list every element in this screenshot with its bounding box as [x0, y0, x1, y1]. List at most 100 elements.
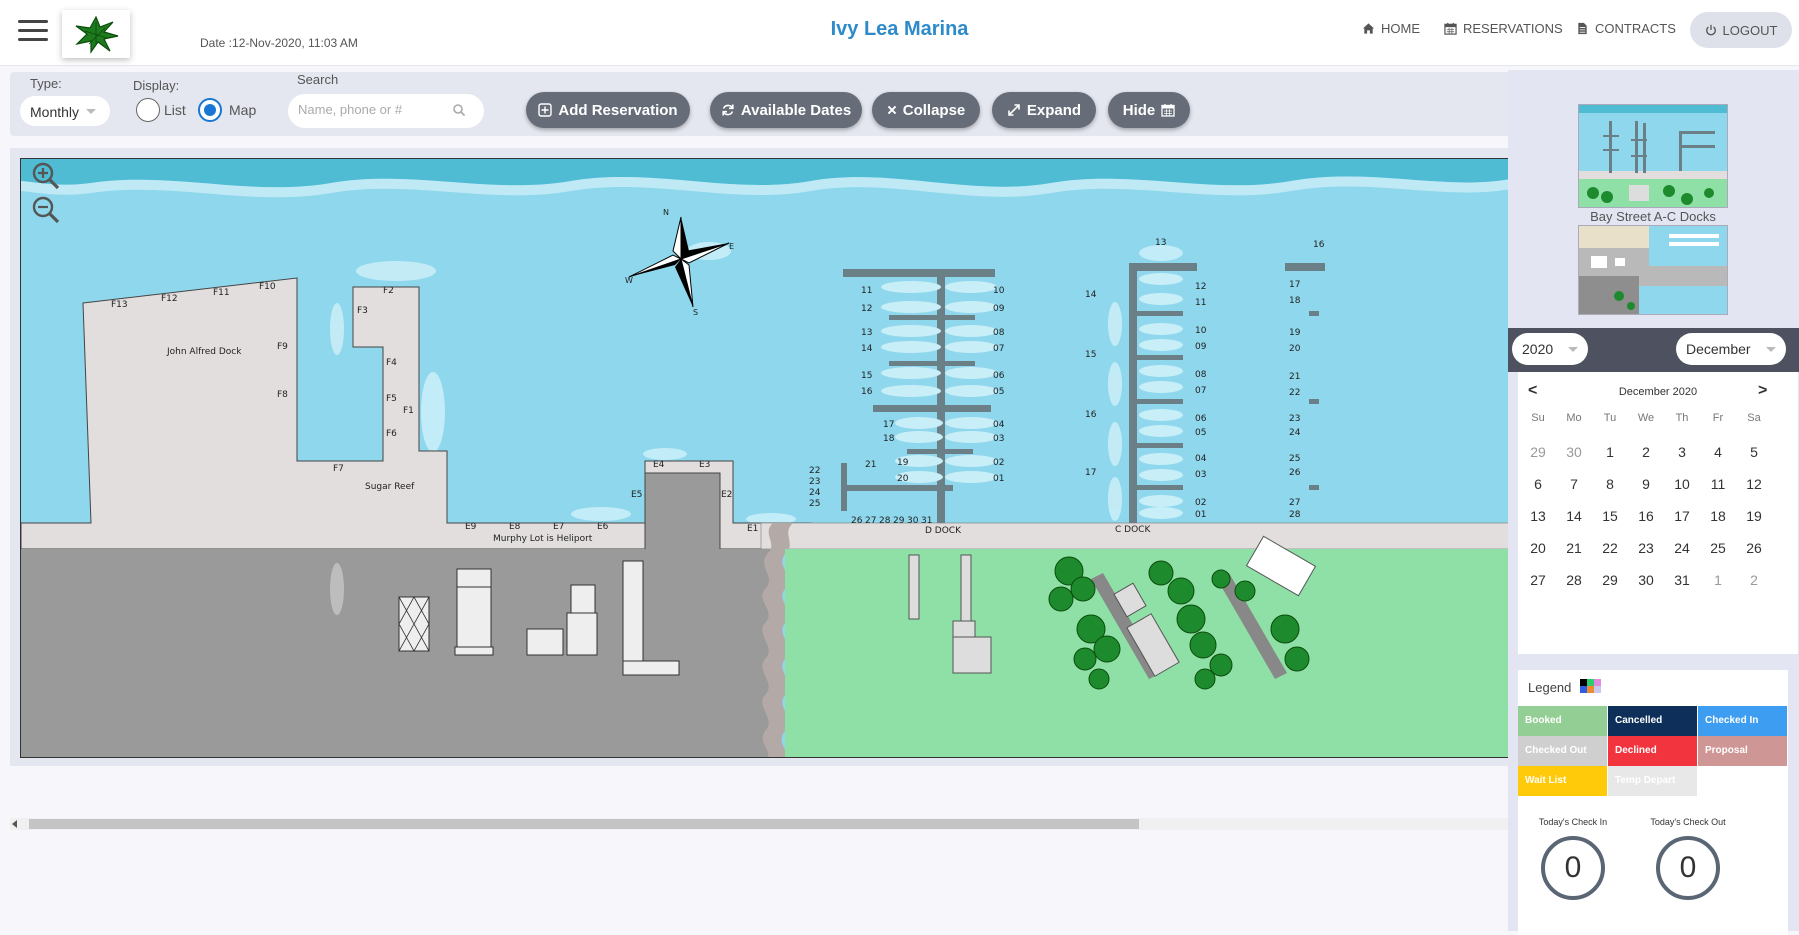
- expand-button[interactable]: Expand: [992, 92, 1096, 128]
- collapse-button[interactable]: Collapse: [872, 92, 980, 128]
- chevron-down-icon: [86, 109, 96, 114]
- calendar-day[interactable]: 28: [1556, 562, 1592, 598]
- calendar-day[interactable]: 10: [1664, 466, 1700, 502]
- logout-label: LOGOUT: [1722, 22, 1778, 38]
- slip-label: 08: [993, 328, 1005, 338]
- calendar-day[interactable]: 18: [1700, 498, 1736, 534]
- legend-item: Declined: [1608, 736, 1697, 766]
- calendar-day[interactable]: 25: [1700, 530, 1736, 566]
- slip-label: 10: [1195, 326, 1207, 336]
- slip-label: 26: [851, 516, 863, 526]
- display-map-radio[interactable]: [198, 98, 222, 122]
- calendar-day[interactable]: 4: [1700, 434, 1736, 470]
- calendar-day[interactable]: 15: [1592, 498, 1628, 534]
- map-thumbnail-secondary[interactable]: [1578, 225, 1728, 315]
- type-select[interactable]: Monthly: [20, 96, 110, 126]
- calendar-day[interactable]: 11: [1700, 466, 1736, 502]
- legend-item: Booked: [1518, 706, 1607, 736]
- calendar-day[interactable]: 9: [1628, 466, 1664, 502]
- calendar-day[interactable]: 30: [1628, 562, 1664, 598]
- display-list-label[interactable]: List: [164, 102, 186, 118]
- nav-contracts[interactable]: CONTRACTS: [1576, 21, 1676, 36]
- slip-label: E7: [553, 522, 564, 532]
- calendar-day[interactable]: 23: [1628, 530, 1664, 566]
- home-icon: [1362, 23, 1375, 34]
- calendar-day[interactable]: 24: [1664, 530, 1700, 566]
- slip-label: 30: [907, 516, 919, 526]
- calendar-day[interactable]: 3: [1664, 434, 1700, 470]
- slip-label: 21: [865, 460, 876, 470]
- calendar-day[interactable]: 5: [1736, 434, 1772, 470]
- zoom-in-icon[interactable]: [31, 161, 61, 191]
- slip-label: 28: [879, 516, 891, 526]
- slip-label: 02: [1195, 498, 1206, 508]
- scrollbar-thumb[interactable]: [29, 819, 1139, 829]
- compass-label: E: [729, 242, 734, 251]
- calendar-day[interactable]: 8: [1592, 466, 1628, 502]
- weekday-header: Tu: [1603, 412, 1617, 424]
- slip-label: 14: [861, 344, 873, 354]
- calendar-day[interactable]: 29: [1592, 562, 1628, 598]
- slip-label: 17: [1289, 280, 1300, 290]
- calendar-day[interactable]: 13: [1520, 498, 1556, 534]
- slip-label: 06: [1195, 414, 1207, 424]
- calendar-day[interactable]: 20: [1520, 530, 1556, 566]
- calendar-day[interactable]: 22: [1592, 530, 1628, 566]
- calendar-day[interactable]: 21: [1556, 530, 1592, 566]
- legend-panel: Legend Booked Cancelled Checked In Checked …: [1518, 670, 1788, 935]
- calendar-day[interactable]: 1: [1592, 434, 1628, 470]
- nav-home-label: HOME: [1381, 21, 1420, 36]
- legend-item: Checked In: [1698, 706, 1787, 736]
- checkin-count: 0: [1541, 836, 1605, 900]
- year-select[interactable]: 2020: [1512, 333, 1588, 365]
- chevron-down-icon: [1568, 347, 1578, 352]
- add-reservation-button[interactable]: Add Reservation: [526, 92, 690, 128]
- slip-label: 16: [1085, 410, 1097, 420]
- slip-label: F13: [111, 300, 128, 310]
- search-input[interactable]: [298, 102, 448, 117]
- slip-label: F12: [161, 294, 178, 304]
- calendar-day[interactable]: 6: [1520, 466, 1556, 502]
- hide-button[interactable]: Hide: [1108, 92, 1190, 128]
- display-label: Display:: [133, 78, 180, 93]
- month-select[interactable]: December: [1676, 333, 1786, 365]
- display-map-label[interactable]: Map: [229, 102, 256, 118]
- compass-rose: [628, 216, 730, 308]
- marina-map[interactable]: F13 F12 F11 F10 F9 F8 F7 F2 F3 F4 F5 F1 …: [20, 158, 1510, 758]
- horizontal-scrollbar[interactable]: [10, 818, 1510, 830]
- calendar-day[interactable]: 31: [1664, 562, 1700, 598]
- slip-label: 19: [1289, 328, 1301, 338]
- calendar-day[interactable]: 29: [1520, 434, 1556, 470]
- calendar-day[interactable]: 7: [1556, 466, 1592, 502]
- calendar-day[interactable]: 19: [1736, 498, 1772, 534]
- slip-label: F4: [386, 358, 397, 368]
- calendar-day[interactable]: 26: [1736, 530, 1772, 566]
- map-panel: F13 F12 F11 F10 F9 F8 F7 F2 F3 F4 F5 F1 …: [10, 148, 1510, 766]
- weekday-header: Mo: [1566, 412, 1582, 424]
- search-icon[interactable]: [452, 103, 466, 117]
- nav-reservations[interactable]: RESERVATIONS: [1444, 21, 1563, 36]
- weekday-header: We: [1637, 412, 1655, 424]
- calendar-day[interactable]: 30: [1556, 434, 1592, 470]
- nav-home[interactable]: HOME: [1362, 21, 1420, 36]
- slip-label: 21: [1289, 372, 1300, 382]
- scroll-left-arrow-icon[interactable]: [12, 820, 17, 828]
- calendar-day[interactable]: 2: [1736, 562, 1772, 598]
- calendar-day[interactable]: 17: [1664, 498, 1700, 534]
- calendar-day[interactable]: 2: [1628, 434, 1664, 470]
- display-list-radio[interactable]: [136, 98, 160, 122]
- zoom-out-icon[interactable]: [31, 195, 61, 225]
- logout-button[interactable]: LOGOUT: [1690, 12, 1792, 48]
- calendar-next-button[interactable]: >: [1758, 382, 1767, 400]
- map-thumbnail-bay-street[interactable]: Bay Street A-C Docks: [1578, 104, 1728, 224]
- calendar-day[interactable]: 16: [1628, 498, 1664, 534]
- calendar-day[interactable]: 12: [1736, 466, 1772, 502]
- slip-label: 12: [1195, 282, 1206, 292]
- calendar-day[interactable]: 14: [1556, 498, 1592, 534]
- calendar-day[interactable]: 27: [1520, 562, 1556, 598]
- available-dates-label: Available Dates: [740, 101, 852, 119]
- available-dates-button[interactable]: Available Dates: [710, 92, 862, 128]
- slip-label: 18: [1289, 296, 1301, 306]
- type-label: Type:: [30, 76, 62, 91]
- calendar-day[interactable]: 1: [1700, 562, 1736, 598]
